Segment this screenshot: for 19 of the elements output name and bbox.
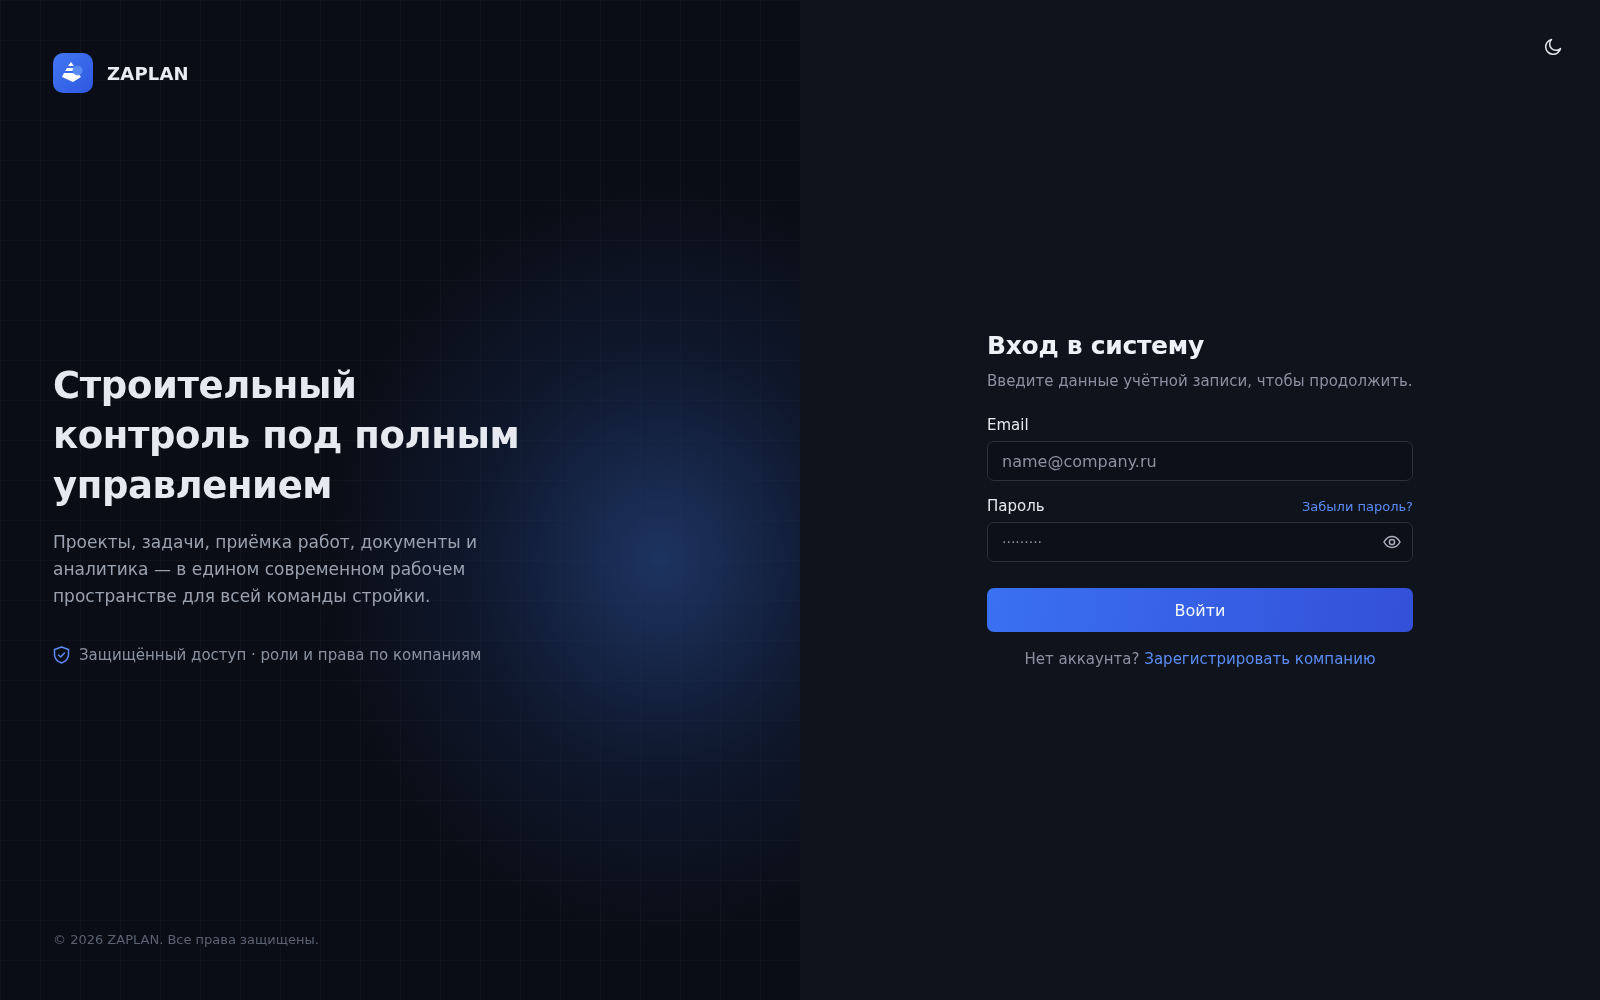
security-note: Защищённый доступ · роли и права по компаниям: [79, 646, 482, 664]
copyright: © 2026 ZAPLAN. Все права защищены.: [53, 932, 319, 947]
hero-description: Проекты, задачи, приёмка работ, документы и аналитика — в едином современном рабочем пространстве для всей команды стройки.: [53, 531, 479, 608]
login-button[interactable]: Войти: [987, 588, 1413, 632]
signup-prompt: Нет аккаунта?: [1024, 650, 1140, 668]
password-input[interactable]: ·········: [987, 522, 1413, 562]
form-title: Вход в систему: [987, 330, 1205, 362]
email-input[interactable]: name@company.ru: [987, 441, 1413, 481]
moon-icon[interactable]: [1544, 38, 1562, 56]
logo-icon: [53, 53, 93, 93]
hero-title: Строительный контроль под полным управлением: [53, 363, 521, 509]
brand-name: ZAPLAN: [107, 62, 189, 84]
eye-icon[interactable]: [1383, 533, 1401, 551]
field-label: Пароль: [987, 497, 1045, 515]
field-label: Email: [987, 416, 1029, 434]
shield-check-icon: [53, 646, 70, 664]
form-subtitle: Введите данные учётной записи, чтобы продолжить.: [987, 371, 1413, 392]
forgot-password-link[interactable]: Забыли пароль?: [1302, 499, 1413, 514]
register-company-link[interactable]: Зарегистрировать компанию: [1144, 650, 1376, 668]
